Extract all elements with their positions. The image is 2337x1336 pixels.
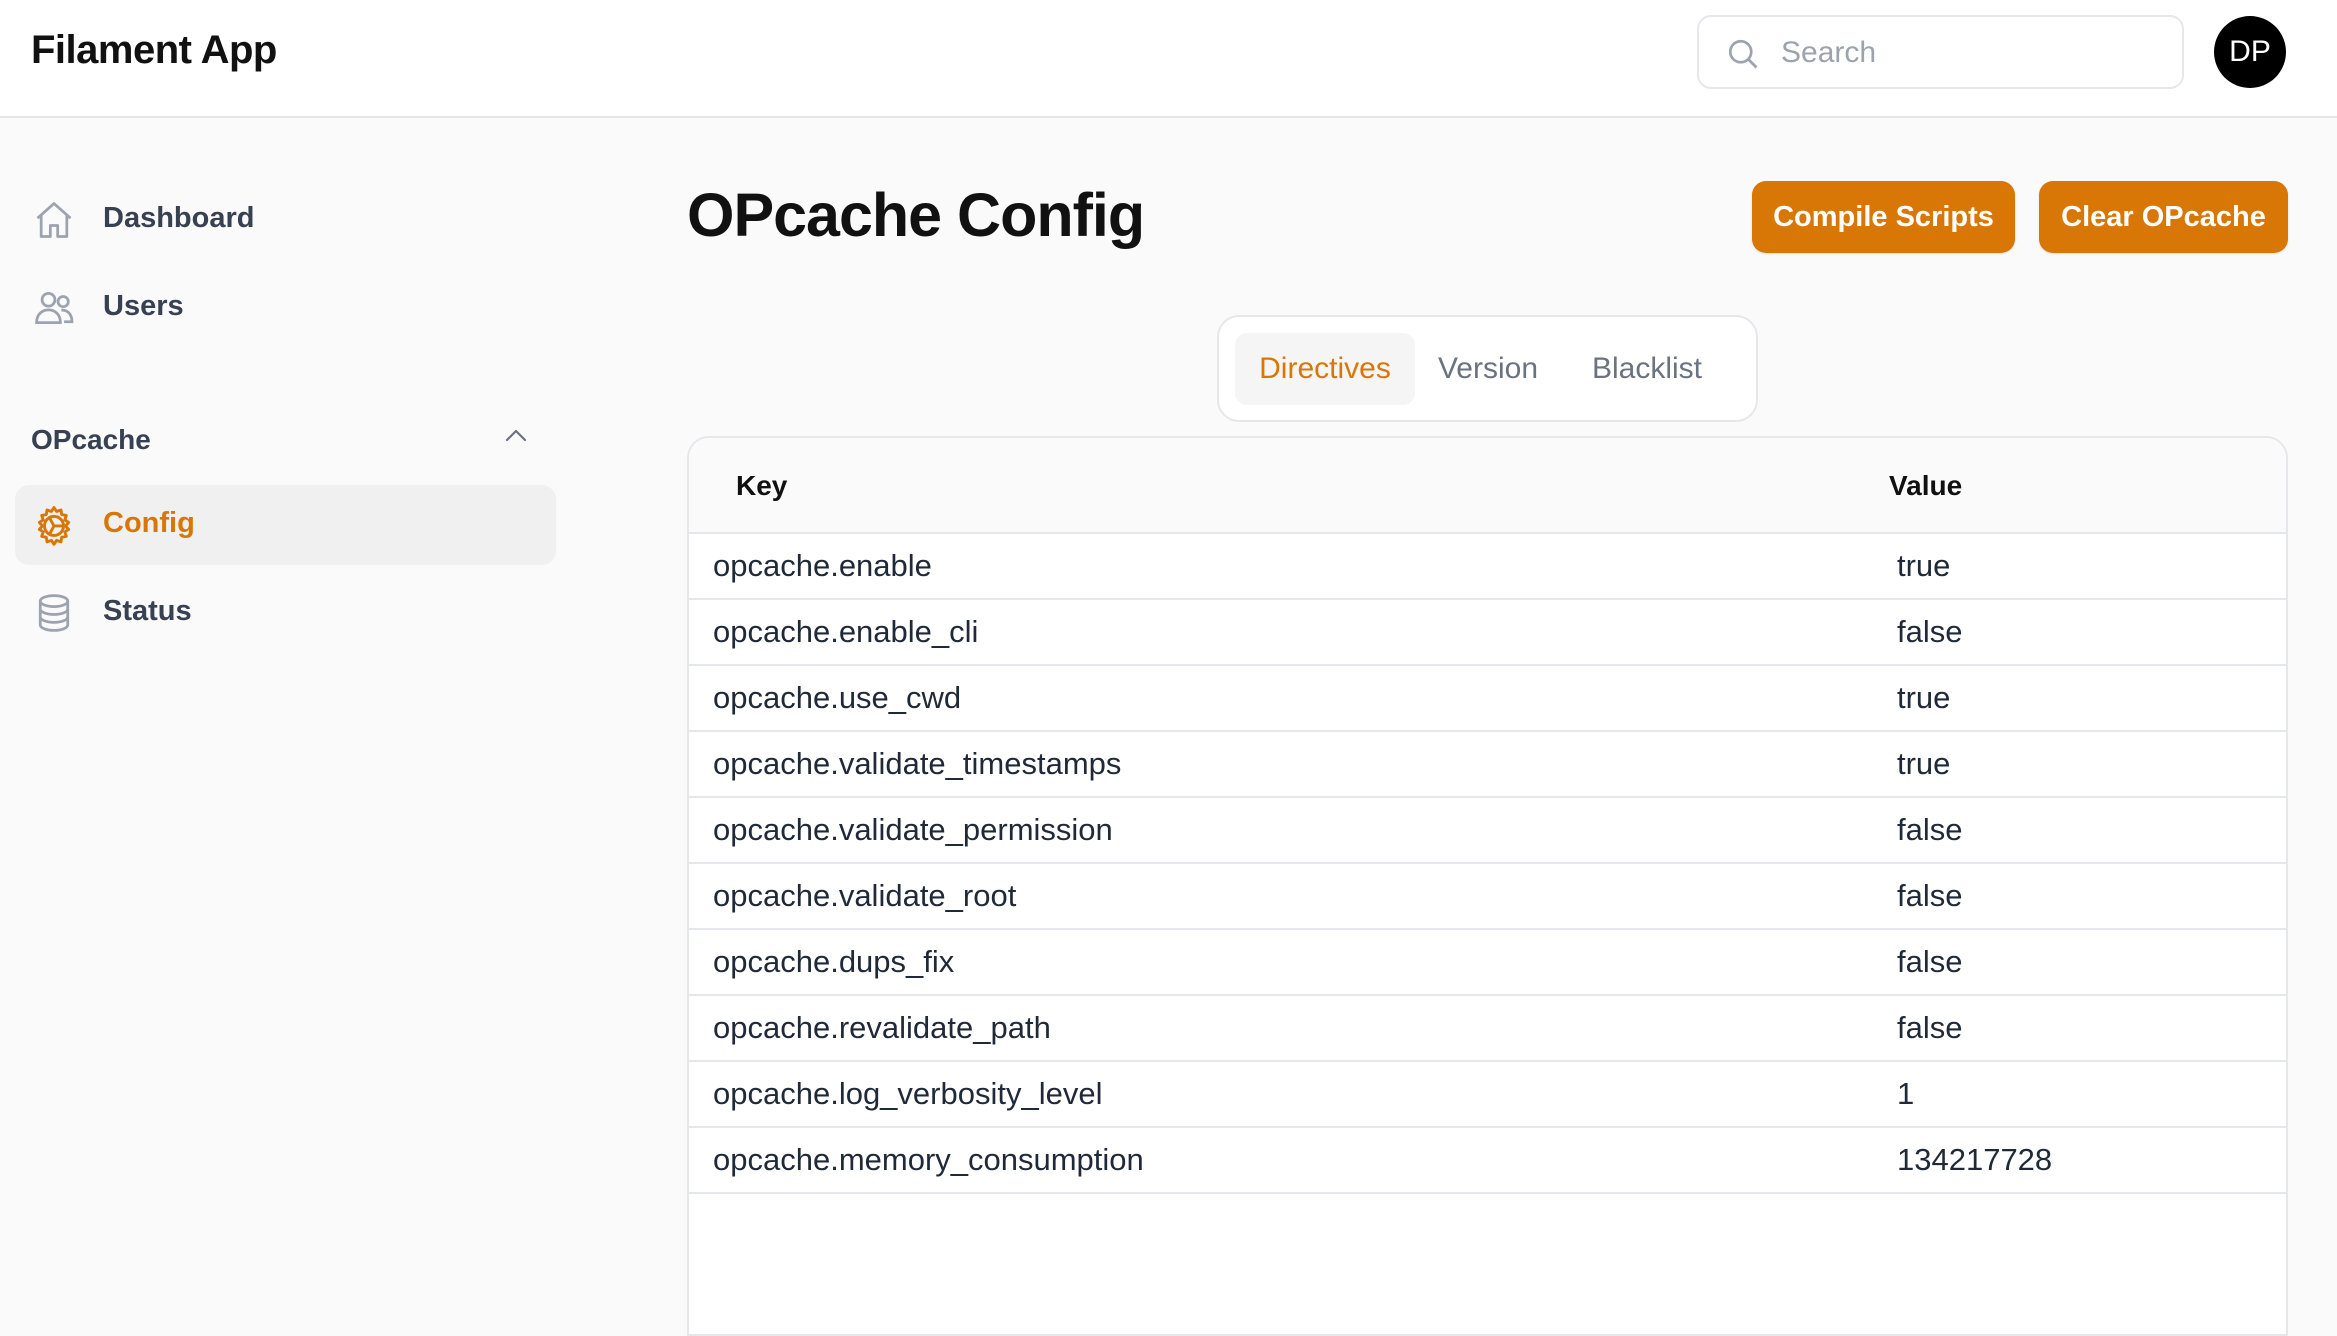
search-box[interactable] [1697, 15, 2184, 89]
users-icon [35, 291, 74, 325]
sidebar-group-opcache[interactable]: OPcache [31, 424, 151, 456]
search-input[interactable] [1779, 29, 2163, 77]
database-icon [38, 594, 70, 632]
cell-value: false [1897, 944, 1963, 979]
sidebar-item-status[interactable]: Status [15, 573, 556, 653]
compile-scripts-button[interactable]: Compile Scripts [1752, 181, 2015, 253]
tab-blacklist[interactable]: Blacklist [1561, 333, 1733, 405]
user-avatar[interactable]: DP [2214, 16, 2286, 88]
sidebar-item-dashboard[interactable]: Dashboard [15, 180, 556, 260]
cell-key: opcache.validate_timestamps [713, 746, 1122, 781]
table-row: opcache.validate_root false [689, 864, 2286, 930]
cell-key: opcache.enable [713, 548, 932, 583]
cell-value: false [1897, 1010, 1963, 1045]
cog-icon [37, 506, 71, 546]
table-row: opcache.validate_permission false [689, 798, 2286, 864]
page-title: OPcache Config [687, 181, 1145, 249]
sidebar-item-label: Dashboard [103, 202, 255, 234]
directives-table: Key Value opcache.enable true opcache.en… [687, 436, 2288, 1336]
table-row: opcache.memory_consumption 134217728 [689, 1128, 2286, 1194]
clear-opcache-button[interactable]: Clear OPcache [2039, 181, 2288, 253]
cell-key: opcache.validate_root [713, 878, 1017, 913]
sidebar-item-config[interactable]: Config [15, 485, 556, 565]
top-bar: Filament App DP [0, 0, 2337, 118]
table-row: opcache.dups_fix false [689, 930, 2286, 996]
cell-value: true [1897, 548, 1951, 583]
cell-value: 134217728 [1897, 1142, 2053, 1177]
cell-key: opcache.use_cwd [713, 680, 962, 715]
cell-key: opcache.revalidate_path [713, 1010, 1051, 1045]
sidebar-item-label: Users [103, 290, 184, 322]
table-row: opcache.validate_timestamps true [689, 732, 2286, 798]
cell-value: false [1897, 812, 1963, 847]
chevron-up-icon[interactable] [505, 428, 527, 442]
table-row: opcache.enable_cli false [689, 600, 2286, 666]
tab-version[interactable]: Version [1427, 333, 1549, 405]
cell-value: false [1897, 614, 1963, 649]
cell-value: false [1897, 878, 1963, 913]
cell-key: opcache.memory_consumption [713, 1142, 1144, 1177]
column-header-value[interactable]: Value [1889, 470, 1962, 502]
cell-value: true [1897, 746, 1951, 781]
cell-value: true [1897, 680, 1951, 715]
sidebar-item-label: Config [103, 507, 195, 539]
table-header: Key Value [689, 438, 2286, 534]
home-icon [36, 202, 72, 238]
cell-key: opcache.validate_permission [713, 812, 1113, 847]
table-row: opcache.use_cwd true [689, 666, 2286, 732]
cell-value: 1 [1897, 1076, 1915, 1111]
app-title[interactable]: Filament App [31, 28, 277, 73]
table-row: opcache.enable true [689, 534, 2286, 600]
search-icon [1728, 39, 1758, 69]
sidebar-item-users[interactable]: Users [15, 268, 556, 348]
tabs: Directives Version Blacklist [1217, 315, 1758, 422]
sidebar: Dashboard Users OPcache Config Status [0, 118, 580, 1185]
table-row: opcache.revalidate_path false [689, 996, 2286, 1062]
table-row: opcache.log_verbosity_level 1 [689, 1062, 2286, 1128]
tab-directives[interactable]: Directives [1235, 333, 1415, 405]
sidebar-item-label: Status [103, 595, 192, 627]
cell-key: opcache.log_verbosity_level [713, 1076, 1103, 1111]
cell-key: opcache.enable_cli [713, 614, 979, 649]
column-header-key[interactable]: Key [736, 470, 787, 502]
cell-key: opcache.dups_fix [713, 944, 955, 979]
